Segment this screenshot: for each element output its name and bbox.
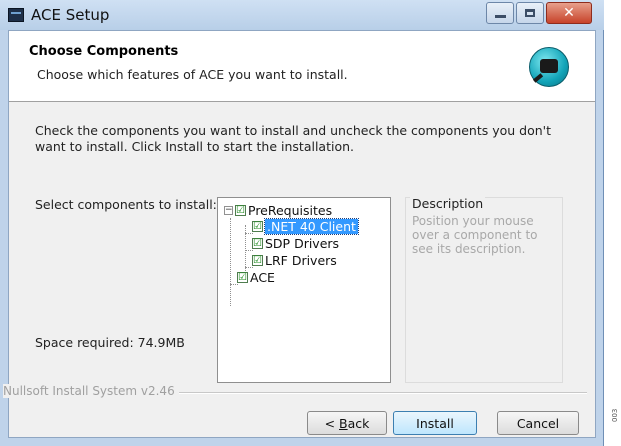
page-subtitle: Choose which features of ACE you want to… bbox=[37, 67, 348, 82]
close-icon: ✕ bbox=[563, 5, 575, 21]
description-text: Position your mouse over a component to … bbox=[412, 214, 538, 256]
minimize-button[interactable] bbox=[486, 2, 514, 24]
back-button-label: ack bbox=[347, 415, 370, 431]
installer-window: ACE Setup ✕ Choose Components Choose whi… bbox=[0, 0, 604, 446]
components-tree[interactable]: − ☑ PreRequisites ☑ .NET 40 Client ☑ SDP… bbox=[217, 197, 391, 383]
tree-connector bbox=[230, 218, 231, 306]
space-required-label: Space required: 74.9MB bbox=[35, 335, 185, 350]
branding-divider bbox=[159, 392, 587, 394]
page-title: Choose Components bbox=[29, 44, 179, 59]
collapse-icon[interactable]: − bbox=[224, 205, 233, 215]
installer-client-area: Choose Components Choose which features … bbox=[3, 30, 596, 438]
checkbox-checked-icon[interactable]: ☑ bbox=[252, 220, 263, 232]
checkbox-checked-icon[interactable]: ☑ bbox=[235, 204, 246, 216]
back-button-prefix: < bbox=[324, 415, 340, 431]
branding-text: Nullsoft Install System v2.46 bbox=[3, 384, 179, 398]
back-button[interactable]: < Back bbox=[307, 411, 387, 435]
tree-item-ace[interactable]: ☑ ACE bbox=[237, 269, 275, 285]
checkbox-checked-icon[interactable]: ☑ bbox=[252, 237, 263, 249]
checkbox-checked-icon[interactable]: ☑ bbox=[252, 254, 263, 266]
install-button[interactable]: Install bbox=[393, 411, 477, 435]
maximize-button[interactable] bbox=[516, 2, 544, 24]
back-button-accelerator: B bbox=[339, 415, 348, 431]
select-components-label: Select components to install: bbox=[35, 197, 217, 212]
tree-item-label: PreRequisites bbox=[248, 202, 333, 218]
description-title: Description bbox=[410, 196, 486, 211]
tree-item-prerequisites[interactable]: − ☑ PreRequisites bbox=[224, 202, 332, 218]
ace-logo-icon bbox=[529, 47, 569, 87]
tree-item-sdp-drivers[interactable]: ☑ SDP Drivers bbox=[252, 235, 339, 251]
instructions-text: Check the components you want to install… bbox=[35, 123, 552, 154]
tree-item-lrf-drivers[interactable]: ☑ LRF Drivers bbox=[252, 252, 337, 268]
cancel-button[interactable]: Cancel bbox=[497, 411, 579, 435]
tree-item-label: .NET 40 Client bbox=[264, 217, 359, 235]
tree-item-net-client[interactable]: ☑ .NET 40 Client bbox=[252, 217, 359, 235]
close-button[interactable]: ✕ bbox=[546, 2, 592, 24]
app-icon bbox=[8, 8, 24, 22]
description-group: Description Position your mouse over a c… bbox=[405, 196, 563, 383]
minimize-icon bbox=[494, 14, 506, 18]
checkbox-checked-icon[interactable]: ☑ bbox=[237, 271, 248, 283]
page-header: Choose Components Choose which features … bbox=[9, 31, 595, 102]
tree-item-label: ACE bbox=[250, 269, 275, 285]
window-title: ACE Setup bbox=[31, 6, 110, 24]
title-bar[interactable]: ACE Setup ✕ bbox=[0, 0, 604, 30]
tree-item-label: LRF Drivers bbox=[265, 252, 337, 268]
maximize-icon bbox=[525, 9, 535, 17]
figure-side-mark: 003 bbox=[611, 408, 619, 422]
tree-item-label: SDP Drivers bbox=[265, 235, 340, 251]
